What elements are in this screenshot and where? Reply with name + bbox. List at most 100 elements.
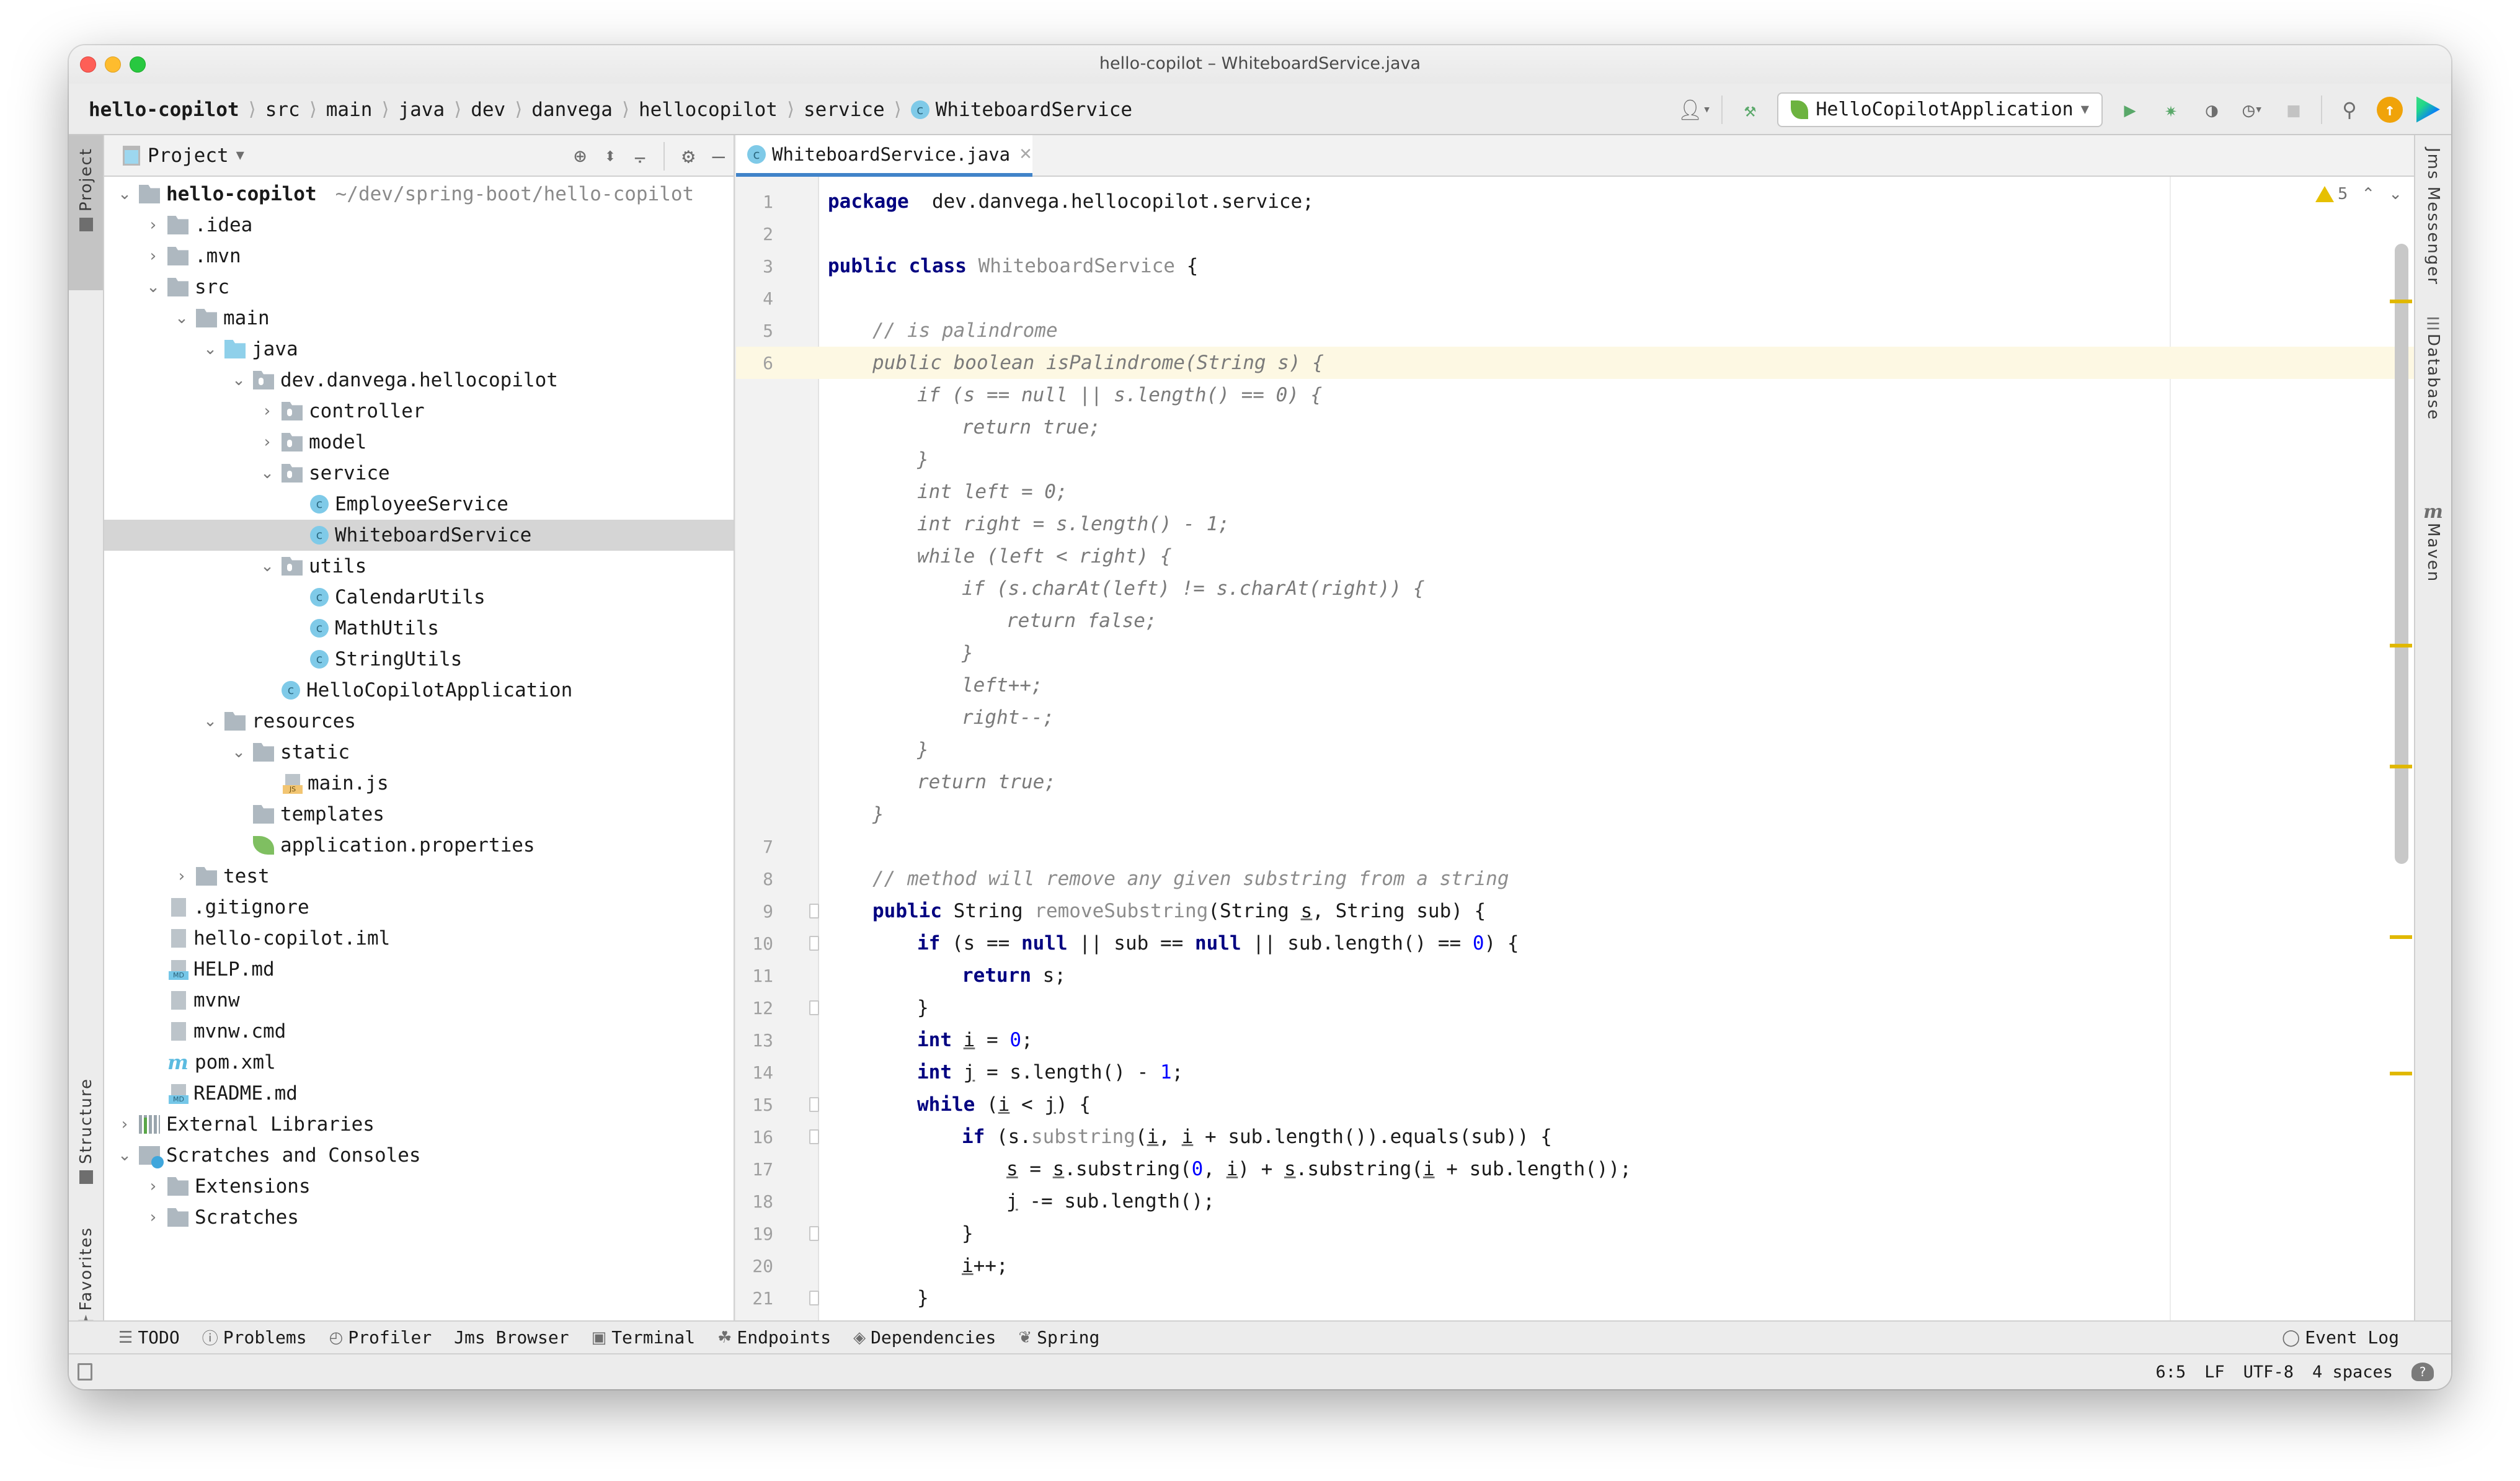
- coverage-icon[interactable]: ◑: [2198, 96, 2225, 123]
- breadcrumb-item[interactable]: service: [804, 99, 885, 121]
- tree-item[interactable]: › .mvn: [104, 241, 734, 272]
- chevron-right-icon[interactable]: ›: [144, 216, 162, 234]
- update-icon[interactable]: ↑: [2377, 96, 2403, 123]
- jms-messenger-tool-button[interactable]: Jms Messenger: [2415, 148, 2451, 285]
- tree-item[interactable]: mvnw.cmd: [104, 1016, 734, 1047]
- user-icon[interactable]: 👤︎ ▾: [1677, 96, 1711, 123]
- chevron-down-icon[interactable]: ⌄: [201, 712, 220, 731]
- tool-window-profiler[interactable]: ◴ Profiler: [329, 1327, 432, 1348]
- tree-item[interactable]: › model: [104, 427, 734, 458]
- breadcrumb-item[interactable]: hello-copilot: [89, 99, 239, 121]
- tree-item[interactable]: m pom.xml: [104, 1047, 734, 1078]
- tree-item[interactable]: › Scratches: [104, 1202, 734, 1233]
- tree-item[interactable]: ⌄ src: [104, 272, 734, 303]
- build-hammer-icon[interactable]: ⚒︎: [1736, 96, 1764, 123]
- tool-window-todo[interactable]: ☰ TODO: [118, 1327, 180, 1348]
- caret-position[interactable]: 6:5: [2155, 1363, 2186, 1382]
- tree-item[interactable]: ⌄ resources: [104, 706, 734, 737]
- debug-icon[interactable]: ✷: [2157, 96, 2185, 123]
- maven-tool-button[interactable]: m Maven: [2415, 501, 2451, 582]
- tool-window-jms-browser[interactable]: Jms Browser: [454, 1327, 569, 1348]
- tool-window-terminal[interactable]: ▣ Terminal: [592, 1327, 695, 1348]
- chevron-down-icon[interactable]: ⌄: [172, 309, 191, 327]
- next-highlight-icon[interactable]: ⌄: [2389, 185, 2402, 203]
- warning-marker[interactable]: [2390, 300, 2412, 303]
- fold-marker-icon[interactable]: [809, 1000, 819, 1015]
- event-log-button[interactable]: ◯ Event Log: [2282, 1322, 2399, 1353]
- tree-item[interactable]: c EmployeeService: [104, 489, 734, 520]
- hide-panel-icon[interactable]: —: [712, 144, 725, 169]
- tab-whiteboardservice[interactable]: c WhiteboardService.java ✕: [736, 135, 1032, 177]
- tool-window-spring[interactable]: ❦ Spring: [1018, 1327, 1099, 1348]
- breadcrumb-item[interactable]: java: [398, 99, 445, 121]
- breadcrumb-item[interactable]: main: [326, 99, 373, 121]
- warning-marker[interactable]: [2390, 1072, 2412, 1075]
- tree-item[interactable]: mvnw: [104, 985, 734, 1016]
- tree-item[interactable]: c HelloCopilotApplication: [104, 675, 734, 706]
- chevron-down-icon[interactable]: ⌄: [229, 371, 248, 389]
- fold-marker-icon[interactable]: [809, 1291, 819, 1305]
- tree-item[interactable]: ⌄ service: [104, 458, 734, 489]
- tree-item[interactable]: c StringUtils: [104, 644, 734, 675]
- tree-item[interactable]: HELP.md: [104, 954, 734, 985]
- file-encoding[interactable]: UTF-8: [2243, 1363, 2294, 1382]
- profile-icon[interactable]: ◷ ▾: [2239, 96, 2266, 123]
- fold-marker-icon[interactable]: [809, 936, 819, 951]
- help-cloud-icon[interactable]: ?: [2411, 1363, 2434, 1381]
- breadcrumb-item[interactable]: WhiteboardService: [936, 99, 1132, 121]
- tool-window-problems[interactable]: ⓘ Problems: [202, 1326, 307, 1349]
- tree-item[interactable]: templates: [104, 799, 734, 830]
- chevron-right-icon[interactable]: ›: [144, 247, 162, 265]
- chevron-right-icon[interactable]: ›: [172, 867, 191, 886]
- tree-item[interactable]: ⌄ java: [104, 334, 734, 365]
- tree-item[interactable]: c CalendarUtils: [104, 582, 734, 613]
- tree-item[interactable]: c MathUtils: [104, 613, 734, 644]
- database-tool-button[interactable]: ☰ Database: [2415, 315, 2451, 420]
- fold-marker-icon[interactable]: [809, 1226, 819, 1241]
- toggle-tool-windows-icon[interactable]: [78, 1363, 92, 1381]
- chevron-down-icon[interactable]: ⌄: [115, 185, 134, 203]
- tree-item[interactable]: ⌄ Scratches and Consoles: [104, 1140, 734, 1171]
- chevron-down-icon[interactable]: ⌄: [258, 557, 277, 576]
- chevron-down-icon[interactable]: ⌄: [201, 340, 220, 358]
- line-separator[interactable]: LF: [2204, 1363, 2225, 1382]
- tree-item[interactable]: ⌄ main: [104, 303, 734, 334]
- breadcrumb-item[interactable]: src: [265, 99, 300, 121]
- search-icon[interactable]: ⚲: [2336, 96, 2363, 123]
- tree-item[interactable]: .gitignore: [104, 892, 734, 923]
- locate-file-icon[interactable]: ⊕: [574, 144, 586, 169]
- chevron-right-icon[interactable]: ›: [258, 402, 277, 420]
- tree-item[interactable]: › .idea: [104, 210, 734, 241]
- toolbox-icon[interactable]: [2416, 96, 2440, 123]
- project-tool-button[interactable]: Project: [69, 135, 103, 290]
- tree-item[interactable]: README.md: [104, 1078, 734, 1109]
- structure-tool-button[interactable]: Structure: [69, 1078, 103, 1202]
- collapse-all-icon[interactable]: ⨪: [634, 144, 646, 169]
- tree-item[interactable]: hello-copilot.iml: [104, 923, 734, 954]
- indent-setting[interactable]: 4 spaces: [2312, 1363, 2393, 1382]
- tree-item[interactable]: › External Libraries: [104, 1109, 734, 1140]
- tree-item[interactable]: main.js: [104, 768, 734, 799]
- breadcrumb-item[interactable]: danvega: [531, 99, 613, 121]
- warning-marker[interactable]: [2390, 644, 2412, 647]
- tree-item[interactable]: ⌄ static: [104, 737, 734, 768]
- fold-marker-icon[interactable]: [809, 904, 819, 918]
- tool-window-endpoints[interactable]: ☘ Endpoints: [717, 1327, 831, 1348]
- tree-item[interactable]: application.properties: [104, 830, 734, 861]
- gear-icon[interactable]: ⚙: [682, 144, 694, 169]
- run-icon[interactable]: ▶: [2116, 96, 2144, 123]
- chevron-down-icon[interactable]: ⌄: [144, 278, 162, 296]
- close-tab-icon[interactable]: ✕: [1019, 145, 1032, 164]
- tree-item[interactable]: ⌄ hello-copilot ~/dev/spring-boot/hello-co…: [104, 179, 734, 210]
- fold-marker-icon[interactable]: [809, 1097, 819, 1112]
- stop-icon[interactable]: ■: [2280, 96, 2307, 123]
- tool-window-dependencies[interactable]: ◈ Dependencies: [853, 1327, 996, 1348]
- run-configuration-selector[interactable]: HelloCopilotApplication ▼: [1777, 92, 2103, 127]
- editor-scrollbar[interactable]: [2395, 244, 2408, 864]
- tree-item[interactable]: › controller: [104, 396, 734, 427]
- tree-item[interactable]: › test: [104, 861, 734, 892]
- project-view-selector[interactable]: Project ▼: [123, 145, 244, 167]
- tree-item[interactable]: ⌄ utils: [104, 551, 734, 582]
- chevron-right-icon[interactable]: ›: [144, 1177, 162, 1196]
- chevron-down-icon[interactable]: ⌄: [258, 464, 277, 483]
